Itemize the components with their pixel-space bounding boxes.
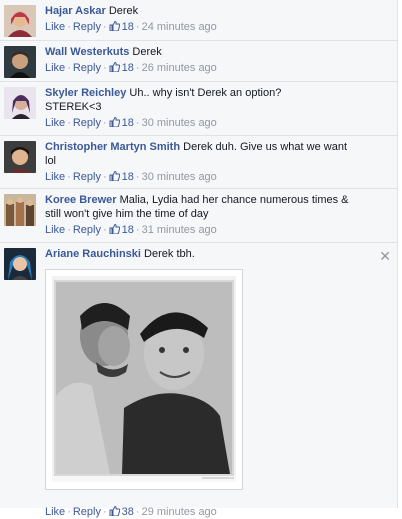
- comment-body: Wall Westerkuts Derek Like · Reply · 18 · 26 m…: [45, 41, 391, 81]
- thumbs-up-icon: [109, 117, 120, 127]
- comment-author[interactable]: Hajar Askar: [45, 5, 106, 17]
- like-link[interactable]: Like: [45, 224, 65, 236]
- photo-image: [52, 276, 236, 482]
- comment-actions: Like · Reply · 18 · 31 minutes ago: [45, 224, 217, 236]
- comment-author[interactable]: Wall Westerkuts: [45, 46, 129, 58]
- photo-attachment[interactable]: [45, 269, 243, 490]
- comment-author[interactable]: Christopher Martyn Smith: [45, 141, 180, 153]
- comment-actions: Like · Reply · 18 · 26 minutes ago: [45, 62, 217, 74]
- thumbs-up-icon: [109, 171, 120, 181]
- comment-actions: Like · Reply · 18 · 30 minutes ago: [45, 117, 217, 129]
- comment-actions: Like · Reply · 18 · 30 minutes ago: [45, 171, 217, 183]
- thumbs-up-icon: [109, 224, 120, 234]
- comment-item: Skyler Reichley Uh.. why isn't Derek an …: [0, 82, 397, 136]
- avatar[interactable]: [4, 46, 36, 78]
- like-count[interactable]: 18: [109, 62, 134, 74]
- comment-text: Uh.. why isn't Derek an option?: [129, 87, 282, 99]
- avatar[interactable]: [4, 87, 36, 119]
- timestamp[interactable]: 26 minutes ago: [142, 62, 217, 74]
- avatar[interactable]: [4, 194, 36, 226]
- comment-author[interactable]: Koree Brewer: [45, 194, 117, 206]
- comment-actions: Like · Reply · 38 · 29 minutes ago: [45, 506, 217, 518]
- like-link[interactable]: Like: [45, 21, 65, 33]
- avatar[interactable]: [4, 141, 36, 173]
- like-link[interactable]: Like: [45, 117, 65, 129]
- avatar[interactable]: [4, 248, 36, 280]
- comment-text: Derek tbh.: [144, 248, 195, 260]
- comment-item: Christopher Martyn Smith Derek duh. Give…: [0, 136, 397, 189]
- reply-link[interactable]: Reply: [73, 117, 101, 129]
- comment-item: Hajar Askar Derek Like · Reply · 18 · 24 minut…: [0, 0, 397, 41]
- avatar[interactable]: [4, 5, 36, 37]
- comment-body: Hajar Askar Derek Like · Reply · 18 · 24 minut…: [45, 0, 391, 40]
- like-link[interactable]: Like: [45, 171, 65, 183]
- like-count[interactable]: 18: [109, 117, 134, 129]
- like-count[interactable]: 18: [109, 171, 134, 183]
- comment-text-line2: lol: [45, 155, 57, 167]
- close-icon[interactable]: ✕: [379, 249, 391, 263]
- like-count[interactable]: 18: [109, 21, 134, 33]
- timestamp[interactable]: 24 minutes ago: [142, 21, 217, 33]
- timestamp[interactable]: 31 minutes ago: [142, 224, 217, 236]
- comment-item: Ariane Rauchinski Derek tbh. Like · Repl…: [0, 243, 397, 518]
- comment-thread: Hajar Askar Derek Like · Reply · 18 · 24 minut…: [0, 0, 398, 518]
- comment-text-line2: STEREK<3: [45, 101, 102, 113]
- comment-text: Derek: [132, 46, 162, 58]
- comment-item: Koree Brewer Malia, Lydia had her chance…: [0, 189, 397, 243]
- thumbs-up-icon: [109, 21, 120, 31]
- comment-body: Ariane Rauchinski Derek tbh. Like · Repl…: [45, 243, 391, 518]
- comment-body: Skyler Reichley Uh.. why isn't Derek an …: [45, 82, 391, 135]
- comment-actions: Like · Reply · 18 · 24 minutes ago: [45, 21, 217, 33]
- timestamp[interactable]: 30 minutes ago: [142, 117, 217, 129]
- reply-link[interactable]: Reply: [73, 62, 101, 74]
- like-link[interactable]: Like: [45, 62, 65, 74]
- comment-text: Derek: [108, 5, 139, 17]
- reply-link[interactable]: Reply: [73, 224, 101, 236]
- comment-text: Derek duh. Give us what we want: [183, 141, 347, 153]
- comment-item: Wall Westerkuts Derek Like · Reply · 18 · 26 m…: [0, 41, 397, 82]
- like-count[interactable]: 18: [109, 224, 134, 236]
- timestamp[interactable]: 30 minutes ago: [142, 171, 217, 183]
- comment-author[interactable]: Ariane Rauchinski: [45, 248, 141, 260]
- comment-author[interactable]: Skyler Reichley: [45, 87, 126, 99]
- comment-text: Malia, Lydia had her chance numerous tim…: [119, 194, 349, 206]
- comment-body: Christopher Martyn Smith Derek duh. Give…: [45, 136, 391, 188]
- comment-text-line2: still won't give him the time of day: [45, 208, 209, 220]
- thumbs-up-icon: [109, 62, 120, 72]
- reply-link[interactable]: Reply: [73, 21, 101, 33]
- reply-link[interactable]: Reply: [73, 171, 101, 183]
- comment-body: Koree Brewer Malia, Lydia had her chance…: [45, 189, 391, 242]
